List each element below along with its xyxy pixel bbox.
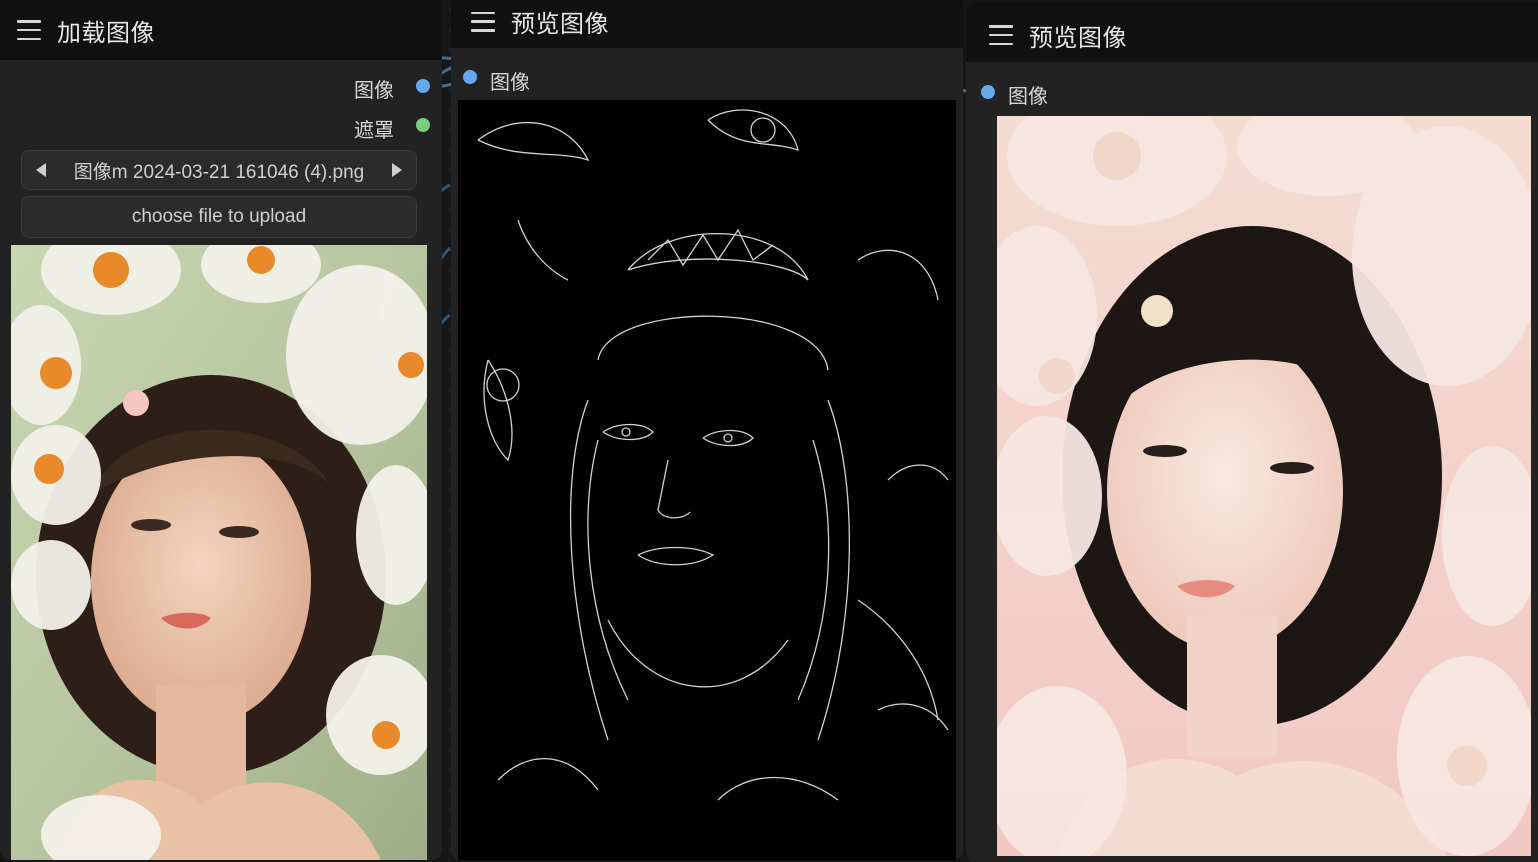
upload-button-label: choose file to upload: [131, 206, 307, 227]
input-image-label: 图像: [490, 70, 530, 94]
node-header[interactable]: 加载图像: [0, 0, 442, 60]
previous-arrow-icon[interactable]: [36, 163, 46, 177]
input-image-slot[interactable]: [981, 85, 995, 99]
preview-image-node[interactable]: 预览图像 图像: [966, 2, 1538, 862]
next-arrow-icon[interactable]: [392, 163, 402, 177]
file-combo-widget[interactable]: 图像m 2024-03-21 161046 (4).png: [21, 150, 417, 190]
menu-icon[interactable]: [17, 20, 41, 40]
loaded-image-preview: [11, 245, 427, 860]
node-header[interactable]: 预览图像: [451, 0, 963, 48]
file-name-value: 图像m 2024-03-21 161046 (4).png: [73, 161, 365, 183]
edge-image-preview: [458, 100, 956, 860]
input-image-slot[interactable]: [463, 70, 477, 84]
menu-icon[interactable]: [471, 11, 495, 32]
output-image-preview: [997, 116, 1531, 856]
upload-button[interactable]: choose file to upload: [21, 196, 417, 238]
input-image-label: 图像: [1008, 84, 1048, 108]
node-title: 加载图像: [57, 18, 155, 47]
output-mask-slot[interactable]: [416, 118, 430, 132]
output-mask-label: 遮罩: [354, 118, 394, 142]
node-title: 预览图像: [511, 10, 609, 38]
output-image-slot[interactable]: [416, 79, 430, 93]
node-header[interactable]: 预览图像: [966, 2, 1538, 62]
preview-image-node-edges[interactable]: 预览图像 图像: [451, 0, 963, 860]
output-image-label: 图像: [354, 78, 394, 102]
load-image-node[interactable]: 加载图像 图像 遮罩 图像m 2024-03-21 161046 (4).png…: [0, 0, 442, 860]
node-title: 预览图像: [1029, 23, 1127, 52]
menu-icon[interactable]: [989, 25, 1013, 45]
